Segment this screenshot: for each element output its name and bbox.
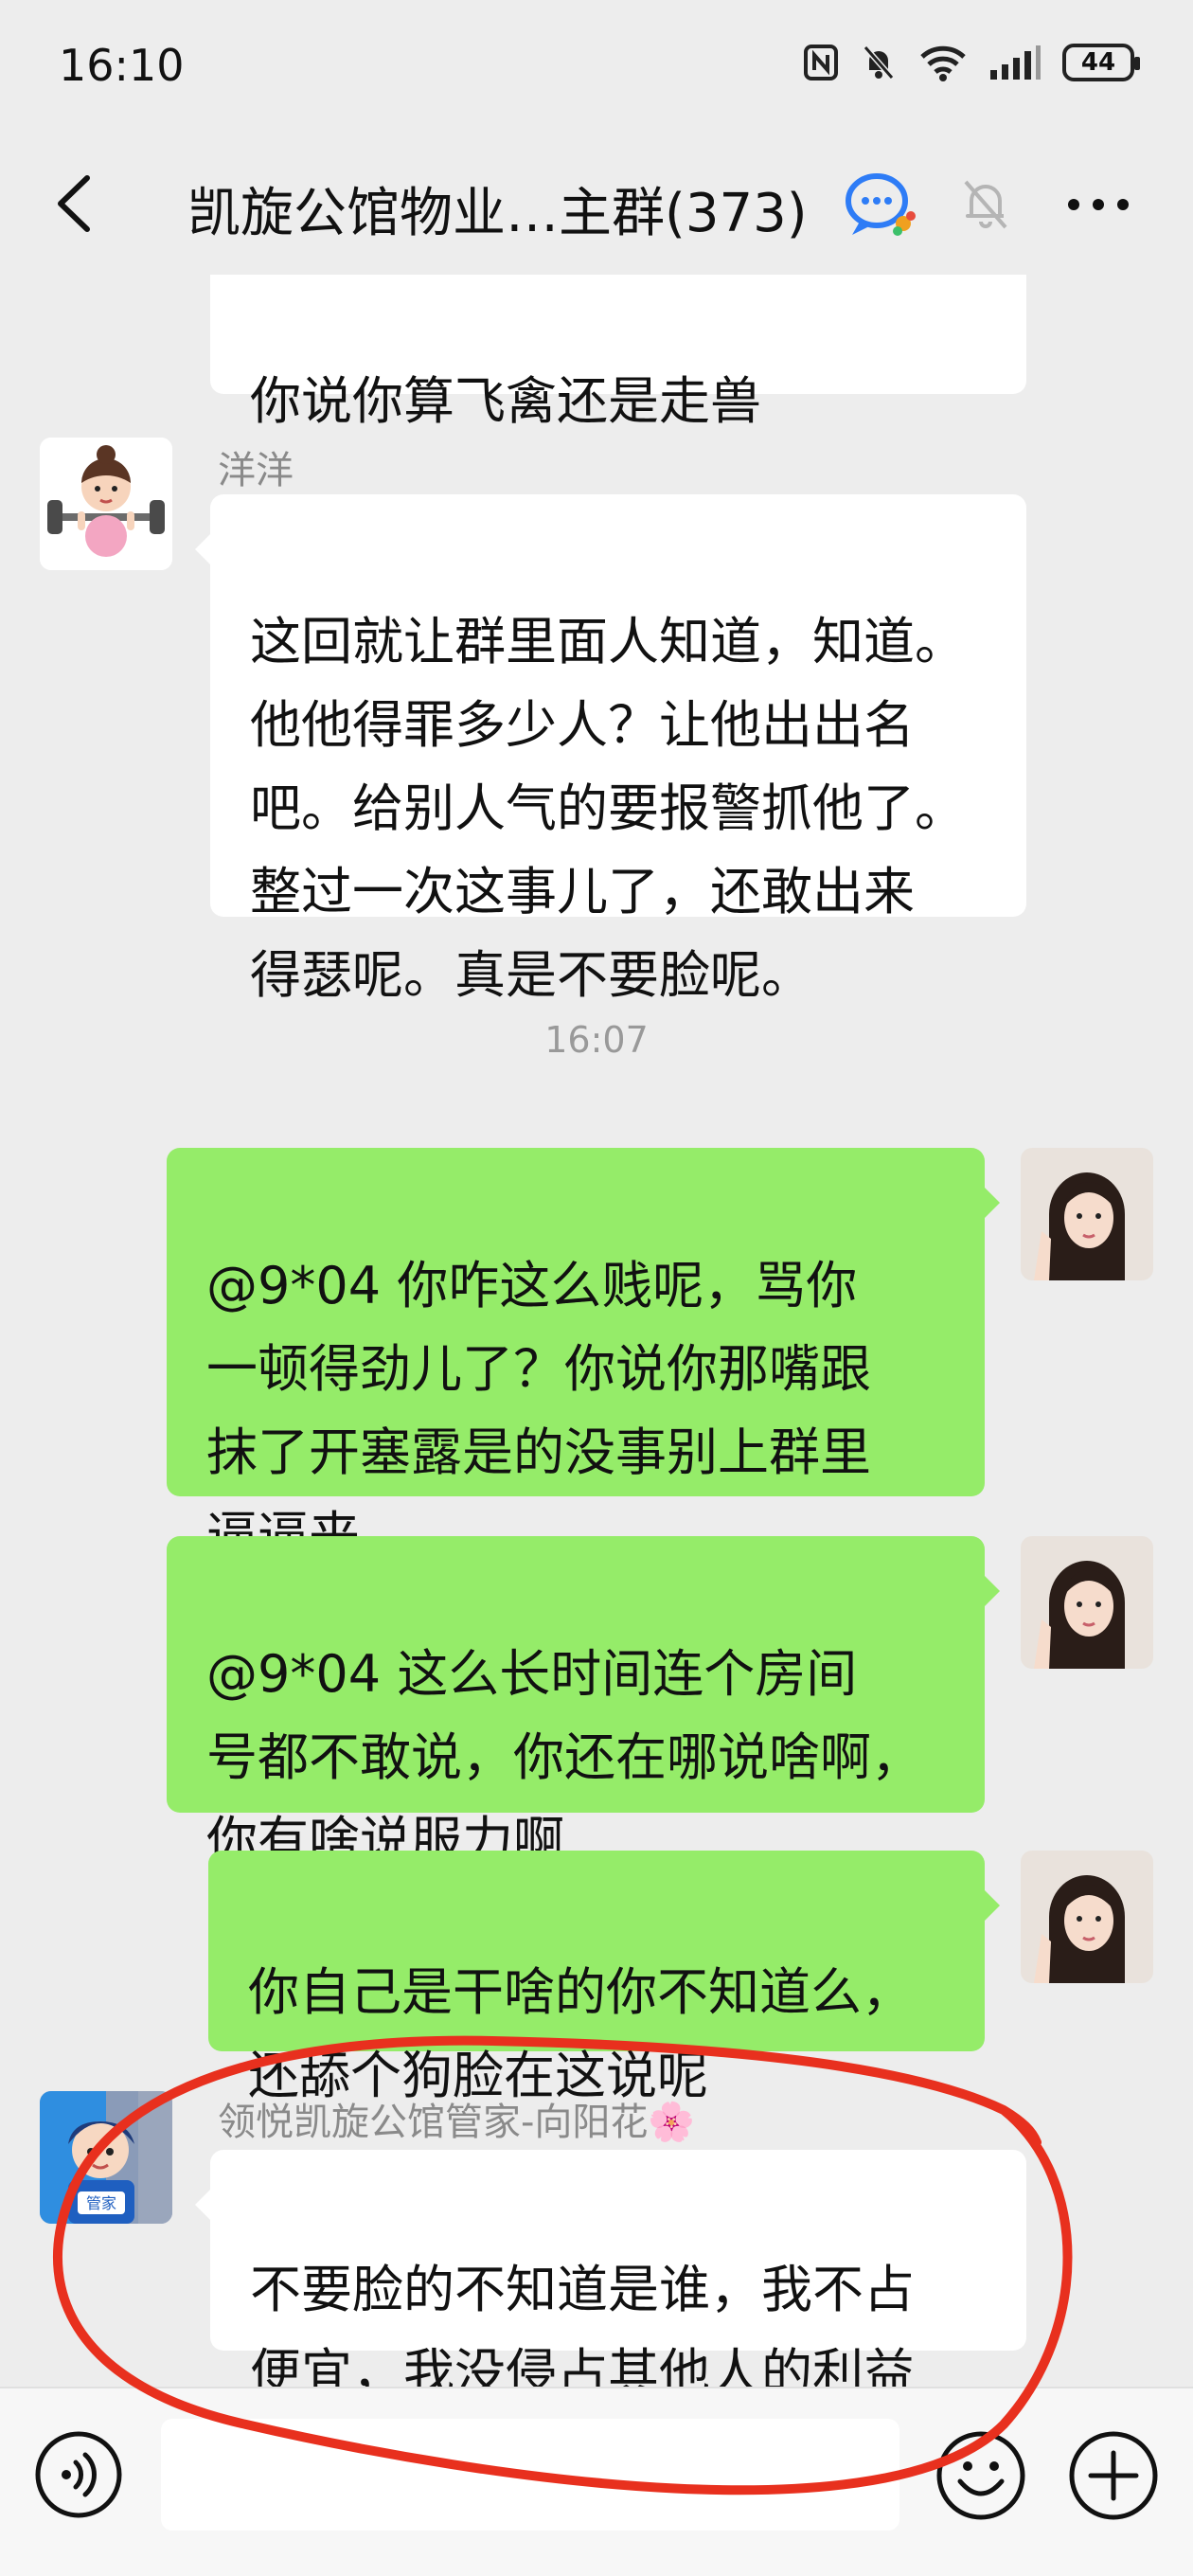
message-bubble-outgoing[interactable]: @9*04 这么长时间连个房间 号都不敢说，你还在哪说啥啊， 你有啥说服力啊 — [167, 1536, 1000, 1870]
message-bubble[interactable]: 不要脸的不知道是谁，我不占 便宜，我没侵占其他人的利益 — [195, 2150, 1026, 2387]
smiley-icon — [936, 2431, 1025, 2520]
plus-icon — [1069, 2431, 1158, 2520]
avatar-yangyang[interactable] — [40, 438, 172, 570]
voice-input-button[interactable] — [34, 2430, 123, 2519]
chevron-left-icon — [58, 175, 90, 232]
input-bar — [0, 2387, 1193, 2576]
chat-header: 凯旋公馆物业…主群(373) — [0, 133, 1193, 275]
status-bar: 16:10 44 — [0, 0, 1193, 133]
message-timestamp: 16:07 — [544, 1019, 649, 1061]
avatar-self[interactable] — [1021, 1536, 1153, 1669]
message-text: 这回就让群里面人知道，知道。 他他得罪多少人？让他出出名 吧。给别人气的要报警抓… — [250, 612, 966, 1005]
message-text: 你说你算飞禽还是走兽 — [250, 371, 761, 431]
more-options-button[interactable] — [1064, 182, 1132, 227]
message-text: 你自己是干啥的你不知道么， 还舔个狗脸在这说呢 — [248, 1962, 913, 2105]
message-list[interactable]: 你说你算飞禽还是走兽 洋洋 这回就让群里面人知道，知道。 他他得罪多少人？让他出… — [0, 275, 1193, 2387]
message-bubble-outgoing[interactable]: 你自己是干啥的你不知道么， 还舔个狗脸在这说呢 — [208, 1851, 1000, 2105]
mute-notification-icon[interactable] — [956, 174, 1015, 233]
message-text: @9*04 这么长时间连个房间 号都不敢说，你还在哪说啥啊， 你有啥说服力啊 — [206, 1644, 922, 1870]
more-dots-icon — [1068, 199, 1129, 210]
emoji-button[interactable] — [935, 2430, 1026, 2521]
sender-name: 洋洋 — [218, 449, 294, 492]
mute-bell-icon — [863, 45, 895, 80]
group-chat-icon[interactable] — [843, 169, 920, 241]
status-time: 16:10 — [59, 40, 185, 91]
signal-icon — [990, 45, 1041, 80]
back-button[interactable] — [45, 170, 102, 237]
avatar-manager[interactable]: 管家 — [40, 2091, 172, 2224]
avatar-self[interactable] — [1021, 1851, 1153, 1983]
avatar-self[interactable] — [1021, 1148, 1153, 1280]
voice-icon — [35, 2431, 122, 2518]
wifi-icon — [920, 45, 966, 81]
nfc-icon — [804, 45, 838, 80]
message-text: @9*04 你咋这么贱呢，骂你 一顿得劲儿了？你说你那嘴跟 抹了开塞露是的没事别… — [206, 1256, 871, 1565]
status-icons: 44 — [803, 44, 1140, 81]
manager-avatar-label: 管家 — [86, 2194, 116, 2212]
message-bubble[interactable]: 这回就让群里面人知道，知道。 他他得罪多少人？让他出出名 吧。给别人气的要报警抓… — [195, 494, 1026, 1005]
sender-name: 领悦凯旋公馆管家-向阳花🌸 — [218, 2101, 696, 2144]
battery-icon: 44 — [1062, 44, 1140, 81]
message-input[interactable] — [161, 2419, 899, 2531]
chat-title: 凯旋公馆物业…主群(373) — [187, 183, 808, 244]
message-text: 不要脸的不知道是谁，我不占 便宜，我没侵占其他人的利益 — [250, 2260, 915, 2387]
message-bubble-partial[interactable]: 你说你算飞禽还是走兽 — [210, 275, 1026, 431]
more-functions-button[interactable] — [1068, 2430, 1159, 2521]
message-bubble-outgoing[interactable]: @9*04 你咋这么贱呢，骂你 一顿得劲儿了？你说你那嘴跟 抹了开塞露是的没事别… — [167, 1148, 1000, 1565]
